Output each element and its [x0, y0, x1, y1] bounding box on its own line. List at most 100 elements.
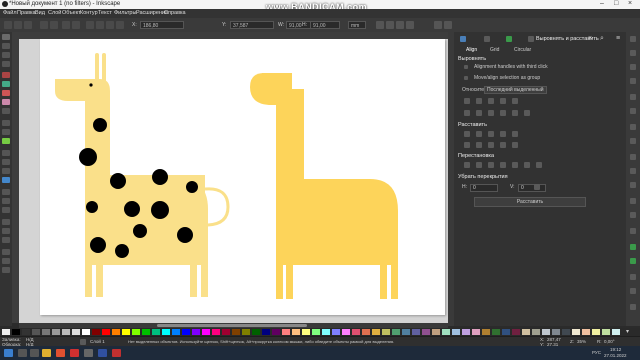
- cut-icon[interactable]: [630, 168, 636, 174]
- swatch-violet[interactable]: [192, 329, 200, 335]
- swatch-peach[interactable]: [582, 329, 590, 335]
- horizontal-scroll-thumb[interactable]: [157, 324, 307, 327]
- swatch-cream[interactable]: [572, 329, 580, 335]
- zoom-field[interactable]: 35%: [577, 339, 586, 344]
- align-left-icon[interactable]: [476, 98, 482, 104]
- ungroup-icon[interactable]: [630, 258, 636, 264]
- checkbox-group[interactable]: [464, 76, 468, 80]
- subtab-grid[interactable]: Grid: [490, 47, 499, 53]
- bucket-tool-icon[interactable]: [2, 177, 10, 183]
- print-icon[interactable]: [630, 78, 636, 84]
- move-gradient-icon[interactable]: [396, 21, 404, 29]
- export-icon[interactable]: [630, 108, 636, 114]
- swatch-light-blue[interactable]: [332, 329, 340, 335]
- spray-tool-icon[interactable]: [2, 159, 10, 165]
- distribute-baseline-h-icon[interactable]: [512, 131, 518, 137]
- new-doc-icon[interactable]: [630, 36, 636, 42]
- swatch-slate[interactable]: [412, 329, 420, 335]
- inkscape-taskbar-icon[interactable]: [84, 349, 93, 357]
- menu-view[interactable]: Вид: [35, 10, 45, 16]
- open-icon[interactable]: [630, 50, 636, 56]
- text-font-icon[interactable]: [630, 288, 636, 294]
- distribute-gaps-h-icon[interactable]: [500, 131, 506, 137]
- browser-icon[interactable]: [56, 349, 65, 357]
- zoom-tool-icon[interactable]: [2, 52, 10, 58]
- menu-text[interactable]: Текст: [98, 10, 112, 16]
- scale-corners-icon[interactable]: [386, 21, 394, 29]
- tray-date[interactable]: 27.01.2022: [604, 353, 627, 358]
- h-field[interactable]: 91,00: [310, 21, 340, 29]
- swatch-gray-3[interactable]: [42, 329, 50, 335]
- undo-icon[interactable]: [630, 124, 636, 130]
- align-bottom-icon[interactable]: [500, 110, 506, 116]
- distribute-center-v-icon[interactable]: [476, 142, 482, 148]
- swatch-azure[interactable]: [172, 329, 180, 335]
- swatch-ochre[interactable]: [482, 329, 490, 335]
- subtab-circular[interactable]: Circular: [514, 47, 531, 53]
- align-left-edge-icon[interactable]: [512, 98, 518, 104]
- align-bottom-edge-icon[interactable]: [464, 110, 470, 116]
- swatch-sea[interactable]: [392, 329, 400, 335]
- swatch-teal[interactable]: [152, 329, 160, 335]
- taskview-icon[interactable]: [30, 349, 39, 357]
- swatch-purple[interactable]: [272, 329, 280, 335]
- subtab-align[interactable]: Align: [466, 47, 477, 53]
- swatch-navy[interactable]: [262, 329, 270, 335]
- v-gap-field[interactable]: 0: [518, 184, 546, 192]
- align-center-v-icon[interactable]: [488, 98, 494, 104]
- h-gap-field[interactable]: 0: [470, 184, 498, 192]
- swatch-light-yellow[interactable]: [302, 329, 310, 335]
- lower-icon[interactable]: [96, 21, 104, 29]
- layer-select[interactable]: Слой 1: [90, 339, 105, 344]
- tray-time[interactable]: 19:12: [610, 347, 621, 352]
- explorer-icon[interactable]: [42, 349, 51, 357]
- swatch-sky[interactable]: [452, 329, 460, 335]
- swatch-fog[interactable]: [542, 329, 550, 335]
- export-tool-icon[interactable]: [2, 267, 10, 273]
- rearrange-graph-icon[interactable]: [464, 162, 470, 168]
- distribute-baseline-v-icon[interactable]: [512, 142, 518, 148]
- y-field[interactable]: 37,587: [230, 21, 274, 29]
- swatch-black[interactable]: [12, 329, 20, 335]
- distribute-center-h-icon[interactable]: [476, 131, 482, 137]
- import-icon[interactable]: [630, 94, 636, 100]
- pencil-tool-icon[interactable]: [2, 120, 10, 126]
- swatch-white[interactable]: [82, 329, 90, 335]
- align-panel-icon[interactable]: [528, 36, 534, 42]
- layer-visibility-icon[interactable]: [80, 339, 86, 345]
- menu-path[interactable]: Контур: [80, 10, 98, 16]
- star-tool-icon[interactable]: [2, 99, 10, 105]
- panel-close-icon[interactable]: ×: [588, 35, 592, 42]
- panel-search-icon[interactable]: ⌕: [600, 35, 604, 43]
- spiral-tool-icon[interactable]: [2, 108, 10, 114]
- swatch-orange[interactable]: [112, 329, 120, 335]
- align-center-h-icon[interactable]: [488, 110, 494, 116]
- checkbox-third-click[interactable]: [464, 65, 468, 69]
- select-same-icon[interactable]: [14, 21, 22, 29]
- distribute-top-icon[interactable]: [464, 142, 470, 148]
- panel-tab-icon-3[interactable]: [506, 36, 512, 42]
- menu-file[interactable]: Файл: [3, 10, 17, 16]
- swatch-lemon[interactable]: [592, 329, 600, 335]
- swatch-none[interactable]: [2, 329, 10, 335]
- rearrange-stack-icon[interactable]: [488, 162, 494, 168]
- minimize-icon[interactable]: –: [600, 0, 604, 7]
- raise-top-icon[interactable]: [106, 21, 114, 29]
- select-all-icon[interactable]: [4, 21, 12, 29]
- swatch-cyan[interactable]: [162, 329, 170, 335]
- swatch-olive[interactable]: [242, 329, 250, 335]
- swatch-sand[interactable]: [522, 329, 530, 335]
- gradient-tool-icon[interactable]: [2, 189, 10, 195]
- tweak-tool-icon[interactable]: [2, 219, 10, 225]
- rect-tool-icon[interactable]: [2, 72, 10, 78]
- canvas[interactable]: [19, 39, 448, 323]
- paint-tool-icon[interactable]: [2, 258, 10, 264]
- lower-bottom-icon[interactable]: [116, 21, 124, 29]
- swatch-blush[interactable]: [472, 329, 480, 335]
- swatch-mint[interactable]: [442, 329, 450, 335]
- palette-menu-icon[interactable]: ▾: [626, 328, 629, 335]
- swatch-maroon[interactable]: [92, 329, 100, 335]
- calligraphy-tool-icon[interactable]: [2, 138, 10, 144]
- redo-icon[interactable]: [630, 138, 636, 144]
- snap-menu-icon[interactable]: [444, 21, 452, 29]
